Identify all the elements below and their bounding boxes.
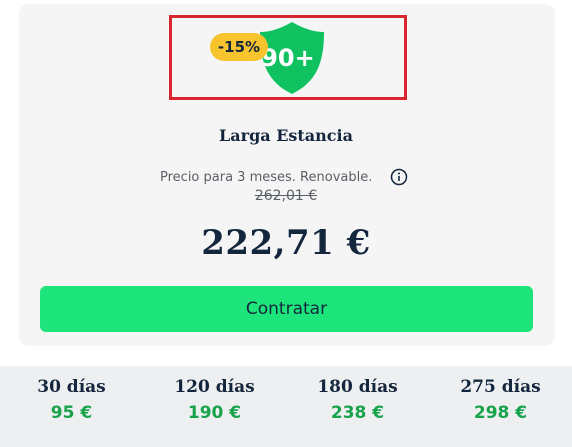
- plan-days: 180 días: [317, 377, 398, 397]
- plan-price: 238 €: [330, 403, 385, 423]
- plan-options: 30 días 95 € 120 días 190 € 180 días 238…: [0, 366, 572, 447]
- shield-text: 90+: [261, 44, 315, 72]
- plan-title: Larga Estancia: [219, 126, 353, 145]
- info-icon[interactable]: [390, 168, 408, 186]
- plan-option-30[interactable]: 30 días 95 €: [0, 366, 143, 447]
- plan-days: 120 días: [174, 377, 255, 397]
- plan-price: 298 €: [473, 403, 528, 423]
- plan-price: 190 €: [187, 403, 242, 423]
- contratar-button[interactable]: Contratar: [40, 286, 533, 332]
- plan-option-275[interactable]: 275 días 298 €: [429, 366, 572, 447]
- plan-option-180[interactable]: 180 días 238 €: [286, 366, 429, 447]
- shield-icon: 90+: [260, 22, 324, 94]
- old-price: 262,01 €: [254, 188, 318, 204]
- plan-price: 95 €: [50, 403, 93, 423]
- current-price: 222,71 €: [201, 223, 371, 263]
- price-note: Precio para 3 meses. Renovable.: [160, 170, 373, 185]
- discount-badge: -15%: [210, 33, 268, 61]
- plan-days: 275 días: [460, 377, 541, 397]
- plan-option-120[interactable]: 120 días 190 €: [143, 366, 286, 447]
- plan-days: 30 días: [37, 377, 106, 397]
